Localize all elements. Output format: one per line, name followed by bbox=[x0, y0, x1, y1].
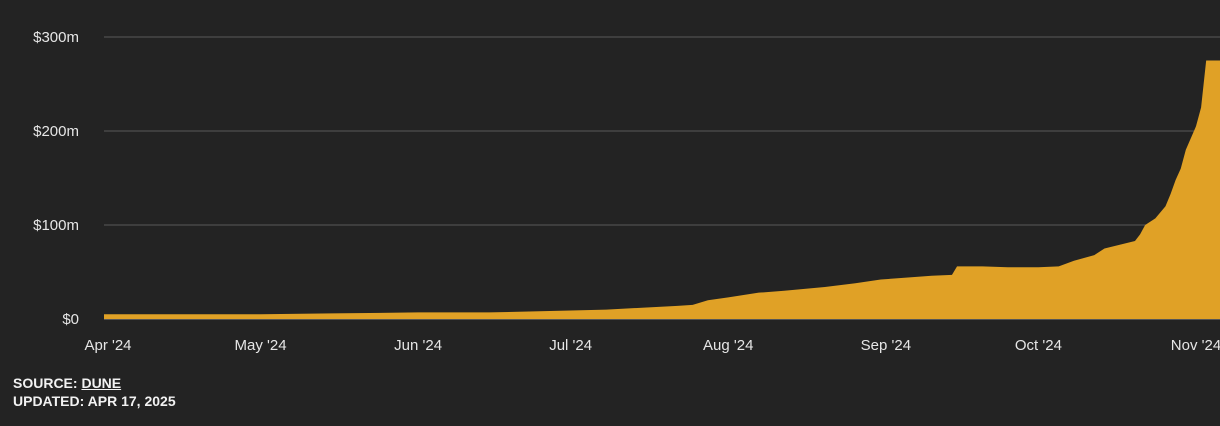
x-tick-label: Sep '24 bbox=[861, 337, 911, 354]
area-series bbox=[104, 60, 1220, 319]
y-axis-labels: $0 $100m $200m $300m bbox=[33, 29, 79, 328]
x-tick-label: Jul '24 bbox=[549, 337, 592, 354]
area-chart: $0 $100m $200m $300m Apr '24 May '24 Jun '24 J… bbox=[33, 29, 1220, 354]
x-tick-label: May '24 bbox=[234, 337, 286, 354]
updated-line: UPDATED: APR 17, 2025 bbox=[13, 393, 176, 409]
x-tick-label: Jun '24 bbox=[394, 337, 442, 354]
y-tick-label: $300m bbox=[33, 29, 79, 46]
source-line: SOURCE: DUNE bbox=[13, 374, 176, 392]
y-tick-label: $100m bbox=[33, 217, 79, 234]
x-axis-labels: Apr '24 May '24 Jun '24 Jul '24 Aug '24 Sep '… bbox=[84, 337, 1220, 354]
x-tick-label: Aug '24 bbox=[703, 337, 753, 354]
area-series-0 bbox=[104, 60, 1220, 319]
x-tick-label: Oct '24 bbox=[1015, 337, 1062, 354]
source-link[interactable]: DUNE bbox=[81, 375, 121, 391]
x-tick-label: Apr '24 bbox=[84, 337, 131, 354]
source-prefix: SOURCE: bbox=[13, 375, 82, 391]
x-tick-label: Nov '24 bbox=[1171, 337, 1220, 354]
chart-footer: SOURCE: DUNE UPDATED: APR 17, 2025 bbox=[13, 374, 176, 410]
y-tick-label: $0 bbox=[62, 311, 79, 328]
y-tick-label: $200m bbox=[33, 123, 79, 140]
